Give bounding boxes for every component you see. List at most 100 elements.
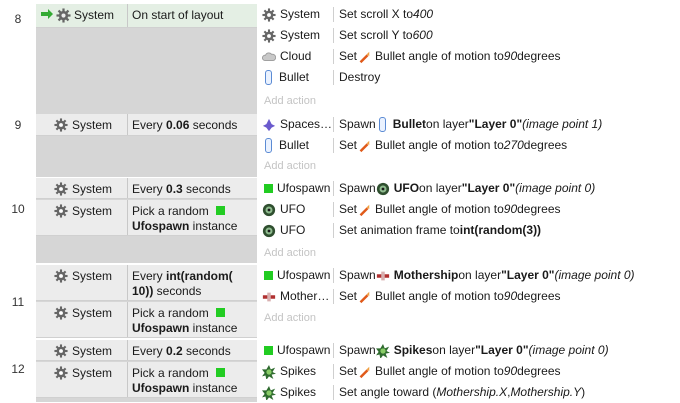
action-object: Ufospawn [277,181,331,195]
condition-row[interactable]: System Pick a random Ufospawn instance [36,362,257,398]
action-row[interactable]: Spikes Set angle toward (Mothership.X, Mo… [258,382,680,403]
action-object: Bullet [279,70,310,84]
action-row[interactable]: UFO Set Bullet angle of motion to 90 degr… [258,199,680,220]
event-number: 8 [14,12,22,26]
bullet-behavior-icon [359,140,370,152]
action-object: UFO [280,202,306,216]
condition-row[interactable]: System Every 0.2 seconds [36,340,257,361]
add-action-button[interactable]: Add action [264,312,316,324]
action-text: Destroy [339,67,380,88]
action-text-part: (image point 0) [528,343,609,357]
action-text-part: 90 [503,289,518,303]
action-row[interactable]: Spaces… Spawn Bullet on layer "Layer 0" (… [258,114,680,135]
action-text-part: degrees [517,49,561,63]
condition-row[interactable]: System Every 0.06 seconds [36,114,257,136]
action-text-part: Bullet angle of motion to [375,138,504,152]
gear-icon [54,366,68,380]
action-text: Set angle toward (Mothership.X, Mothersh… [339,382,585,403]
bullet-icon [265,138,272,153]
action-object: Cloud [280,49,312,63]
cloud-icon [262,52,276,61]
action-text-part: Set [339,289,358,303]
action-text-part: Set animation frame to [339,223,460,237]
spaceship-icon [262,118,276,131]
action-row[interactable]: Bullet Destroy [258,67,680,88]
action-text-part: 90 [503,364,518,378]
add-action-button[interactable]: Add action [264,247,316,259]
action-row[interactable]: Bullet Set Bullet angle of motion to 270 … [258,135,680,156]
action-text: Spawn UFO on layer "Layer 0" (image poin… [339,178,595,199]
condition-object: System [72,269,113,283]
action-text-part: Spikes [393,343,433,357]
action-text: Set animation frame to int(random(3)) [339,220,541,241]
action-row[interactable]: Mother… Set Bullet angle of motion to 90 … [258,286,680,307]
condition-row[interactable]: System On start of layout [36,4,257,28]
condition-row[interactable]: System Every 0.3 seconds [36,178,257,199]
event-9[interactable]: 9 System Every 0.06 seconds Spaces… Spawn … [0,114,680,178]
action-text-part: Bullet angle of motion to [375,289,504,303]
action-row[interactable]: System Set scroll X to 400 [258,4,680,25]
event-number: 11 [11,295,25,309]
action-text-part: "Layer 0" [468,117,523,131]
green-square-icon [216,368,226,377]
bullet-icon [378,117,386,132]
green-arrow-icon [41,9,53,19]
action-row[interactable]: Ufospawn Spawn Mothership on layer "Layer… [258,265,680,286]
condition-block[interactable]: System Every 0.06 seconds [36,114,257,177]
event-11[interactable]: 11 System Every int(random(10)) seconds S… [0,265,680,339]
action-row[interactable]: Ufospawn Spawn UFO on layer "Layer 0" (im… [258,178,680,199]
gear-icon [54,204,68,218]
condition-block[interactable]: System On start of layout [36,4,257,114]
action-text-part: "Layer 0" [501,268,555,282]
condition-row[interactable]: System Pick a random Ufospawn instance [36,200,257,236]
ufo-icon [262,224,276,237]
action-text: Spawn Mothership on layer "Layer 0" (ima… [339,265,635,286]
condition-row[interactable]: System Every int(random(10)) seconds [36,265,257,301]
action-text-part: degrees [517,364,561,378]
action-text-part: degrees [523,138,568,152]
condition-block[interactable]: System Every 0.3 seconds System Pick a ran… [36,178,257,263]
condition-text: Every 0.06 seconds [132,118,238,132]
condition-text: Pick a random Ufospawn instance [132,306,238,335]
action-object: Ufospawn [277,268,331,282]
ufo-icon [262,203,276,216]
bullet-behavior-icon [359,51,370,63]
condition-row[interactable]: System Pick a random Ufospawn instance [36,302,257,338]
gear-icon [54,182,68,196]
action-text-part: on layer [458,268,502,282]
gear-icon [54,306,68,320]
event-10[interactable]: 10 System Every 0.3 seconds System Pick a … [0,178,680,264]
add-action-button[interactable]: Add action [264,160,316,172]
gear-icon [262,7,276,22]
action-row[interactable]: Ufospawn Spawn Spikes on layer "Layer 0" … [258,340,680,361]
condition-block[interactable]: System Every int(random(10)) seconds Syst… [36,265,257,338]
action-text-part: Set scroll X to [339,7,414,21]
condition-object: System [72,306,113,320]
spikes-icon [375,343,390,358]
ufo-icon [376,182,389,195]
event-12[interactable]: 12 System Every 0.2 seconds System Pick a … [0,340,680,402]
action-row[interactable]: UFO Set animation frame to int(random(3)) [258,220,680,241]
condition-block[interactable]: System Every 0.2 seconds System Pick a ran… [36,340,257,402]
event-8[interactable]: 8 System On start of layout System Set sc… [0,4,680,114]
action-text: Set Bullet angle of motion to 270 degree… [339,135,567,156]
gear-icon [56,8,71,23]
action-row[interactable]: Spikes Set Bullet angle of motion to 90 d… [258,361,680,382]
action-text: Spawn Spikes on layer "Layer 0" (image p… [339,340,609,361]
action-text: Set Bullet angle of motion to 90 degrees [339,361,561,382]
action-text: Set Bullet angle of motion to 90 degrees [339,199,561,220]
action-object: Spaces… [280,117,333,131]
action-text-part: (image point 0) [515,181,596,195]
action-text-part: Spawn [339,343,376,357]
action-text-part: Bullet angle of motion to [375,202,504,216]
action-row[interactable]: System Set scroll Y to 600 [258,25,680,46]
action-row[interactable]: Cloud Set Bullet angle of motion to 90 de… [258,46,680,67]
event-number: 10 [11,202,25,216]
gear-icon [54,118,68,132]
bullet-behavior-icon [359,366,370,378]
add-action-button[interactable]: Add action [264,95,316,107]
action-text: Spawn Bullet on layer "Layer 0" (image p… [339,114,602,135]
green-square-icon [216,206,226,215]
action-text-part: 270 [503,138,524,152]
action-object: UFO [280,223,306,237]
